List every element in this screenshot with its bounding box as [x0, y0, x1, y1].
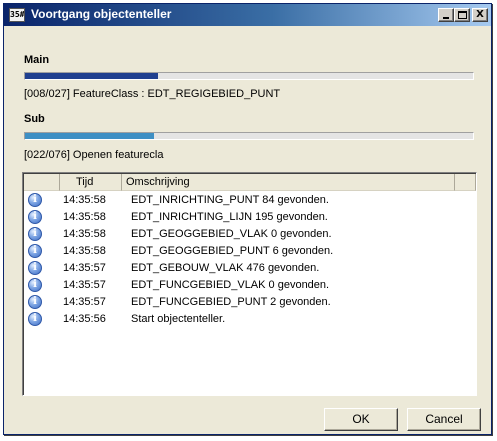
sub-status-text: [022/076] Openen featurecla — [24, 149, 164, 161]
log-row[interactable]: i 14:35:57 EDT_GEBOUW_VLAK 476 gevonden. — [24, 260, 476, 277]
log-row-description: EDT_GEOGGEBIED_VLAK 0 gevonden. — [131, 228, 332, 240]
close-button[interactable]: X — [472, 8, 488, 22]
progress-dialog: 35# Voortgang objectenteller X Main [008… — [3, 3, 492, 435]
log-row-time: 14:35:57 — [63, 279, 106, 291]
ok-button[interactable]: OK — [324, 408, 398, 431]
info-icon: i — [28, 210, 42, 224]
log-row-time: 14:35:56 — [63, 313, 106, 325]
log-row-description: EDT_INRICHTING_LIJN 195 gevonden. — [131, 211, 328, 223]
log-list[interactable]: Tijd Omschrijving i 14:35:58 EDT_INRICHTIN… — [22, 172, 477, 396]
main-progress-fill — [25, 73, 158, 79]
title-bar[interactable]: 35# Voortgang objectenteller X — [4, 4, 491, 26]
log-list-header: Tijd Omschrijving — [24, 174, 476, 191]
main-label: Main — [24, 54, 50, 66]
column-header-icon[interactable] — [24, 174, 60, 191]
log-row-time: 14:35:58 — [63, 228, 106, 240]
column-header-extra[interactable] — [455, 174, 476, 191]
minimize-icon — [443, 17, 449, 19]
log-row-description: EDT_FUNCGEBIED_VLAK 0 gevonden. — [131, 279, 330, 291]
log-row-time: 14:35:57 — [63, 296, 106, 308]
log-row-description: Start objectenteller. — [131, 313, 226, 325]
log-row-description: EDT_INRICHTING_PUNT 84 gevonden. — [131, 194, 329, 206]
log-row-description: EDT_GEOGGEBIED_PUNT 6 gevonden. — [131, 245, 334, 257]
info-icon: i — [28, 261, 42, 275]
info-icon: i — [28, 295, 42, 309]
log-row[interactable]: i 14:35:58 EDT_INRICHTING_PUNT 84 gevonden… — [24, 192, 476, 209]
log-row-description: EDT_GEBOUW_VLAK 476 gevonden. — [131, 262, 320, 274]
cancel-button[interactable]: Cancel — [407, 408, 481, 431]
log-row[interactable]: i 14:35:58 EDT_GEOGGEBIED_PUNT 6 gevonden. — [24, 243, 476, 260]
column-header-description[interactable]: Omschrijving — [122, 174, 455, 191]
info-icon: i — [28, 244, 42, 258]
sub-progress-fill — [25, 133, 155, 139]
log-row[interactable]: i 14:35:57 EDT_FUNCGEBIED_VLAK 0 gevonden. — [24, 277, 476, 294]
sub-progress-bar — [24, 132, 474, 140]
minimize-button[interactable] — [438, 8, 454, 22]
maximize-icon — [458, 11, 467, 19]
log-row-time: 14:35:58 — [63, 245, 106, 257]
log-row[interactable]: i 14:35:58 EDT_INRICHTING_LIJN 195 gevonde… — [24, 209, 476, 226]
window-title: Voortgang objectenteller — [31, 7, 172, 21]
info-icon: i — [28, 312, 42, 326]
log-row[interactable]: i 14:35:56 Start objectenteller. — [24, 311, 476, 328]
maximize-button[interactable] — [454, 8, 470, 22]
sub-label: Sub — [24, 113, 45, 125]
log-row-time: 14:35:58 — [63, 211, 106, 223]
log-row-time: 14:35:58 — [63, 194, 106, 206]
info-icon: i — [28, 278, 42, 292]
main-status-text: [008/027] FeatureClass : EDT_REGIGEBIED_… — [24, 88, 281, 100]
app-icon: 35# — [9, 8, 25, 22]
log-row[interactable]: i 14:35:58 EDT_GEOGGEBIED_VLAK 0 gevonden. — [24, 226, 476, 243]
info-icon: i — [28, 227, 42, 241]
info-icon: i — [28, 193, 42, 207]
close-icon: X — [476, 9, 484, 20]
log-rows: i 14:35:58 EDT_INRICHTING_PUNT 84 gevonden… — [24, 192, 476, 328]
log-row[interactable]: i 14:35:57 EDT_FUNCGEBIED_PUNT 2 gevonden. — [24, 294, 476, 311]
column-header-time[interactable]: Tijd — [60, 174, 122, 191]
log-row-time: 14:35:57 — [63, 262, 106, 274]
main-progress-bar — [24, 72, 474, 80]
log-row-description: EDT_FUNCGEBIED_PUNT 2 gevonden. — [131, 296, 331, 308]
